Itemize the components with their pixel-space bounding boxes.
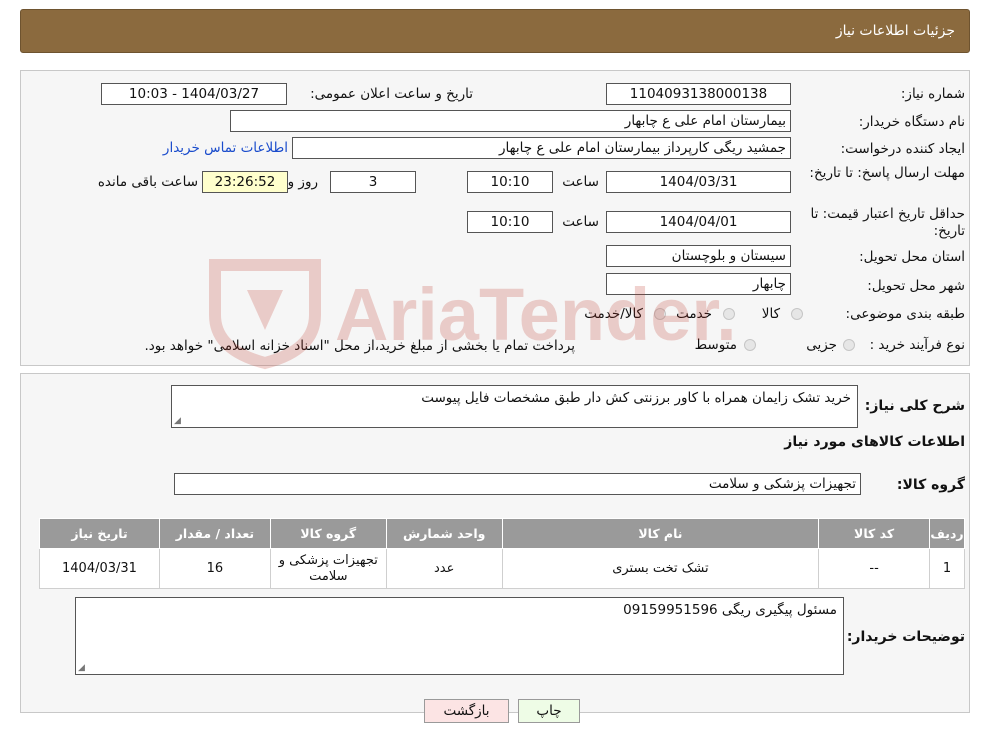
need-number-label: شماره نیاز: [900,86,965,102]
validity-date-field[interactable]: 1404/04/01 [606,211,791,233]
city-label: شهر محل تحویل: [867,278,965,294]
page-title: جزئیات اطلاعات نیاز [835,23,955,39]
cell-date: 1404/03/31 [39,548,160,589]
remaining-time-field: 23:26:52 [202,171,288,193]
days-label: روز و [287,174,318,190]
col-row: ردیف [929,518,965,549]
resize-grip-icon[interactable]: ◢ [174,416,181,426]
process-medium-radio[interactable] [744,339,756,351]
process-minor-radio[interactable] [843,339,855,351]
category-goods-service-label: کالا/خدمت [584,306,643,322]
cell-code: -- [818,548,931,589]
process-label: نوع فرآیند خرید : [869,337,965,353]
col-qty: تعداد / مقدار [158,518,271,549]
description-text: خرید تشک زایمان همراه با کاور برزنتی کش … [421,390,851,406]
requester-field[interactable]: جمشید ریگی کارپرداز بیمارستان امام علی ع… [292,137,791,159]
resize-grip-icon[interactable]: ◢ [78,663,85,673]
page-header: جزئیات اطلاعات نیاز [20,9,970,53]
category-service-radio[interactable] [723,308,735,320]
category-goods-service-radio[interactable] [654,308,666,320]
days-field[interactable]: 3 [330,171,416,193]
deadline-date-field[interactable]: 1404/03/31 [606,171,791,193]
buyer-notes-text: مسئول پیگیری ریگی 09159951596 [623,602,837,618]
remaining-label: ساعت باقی مانده [97,174,198,190]
col-group: گروه کالا [269,518,387,549]
announce-label: تاریخ و ساعت اعلان عمومی: [310,86,473,102]
cell-qty: 16 [158,548,271,589]
col-code: کد کالا [818,518,931,549]
validity-time-field[interactable]: 10:10 [467,211,553,233]
process-medium-label: متوسط [694,337,737,353]
validity-label: حداقل تاریخ اعتبار قیمت: تا تاریخ: [810,206,965,239]
col-date: تاریخ نیاز [39,518,160,549]
description-textarea[interactable]: خرید تشک زایمان همراه با کاور برزنتی کش … [171,385,858,428]
items-table-header: ردیف کد کالا نام کالا واحد شمارش گروه کا… [39,518,965,549]
category-service-label: خدمت [676,306,712,322]
validity-time-label: ساعت [562,214,599,230]
col-name: نام کالا [501,518,820,549]
buyer-org-label: نام دستگاه خریدار: [858,114,965,130]
buyer-org-field[interactable]: بیمارستان امام علی ع چابهار [230,110,791,132]
announce-field[interactable]: 1404/03/27 - 10:03 [101,83,287,105]
need-number-field[interactable]: 1104093138000138 [606,83,791,105]
city-field[interactable]: چابهار [606,273,791,295]
col-unit: واحد شمارش [385,518,503,549]
province-field[interactable]: سیستان و بلوچستان [606,245,791,267]
deadline-time-label: ساعت [562,174,599,190]
goods-info-title: اطلاعات کالاهای مورد نیاز [784,434,965,450]
items-table: ردیف کد کالا نام کالا واحد شمارش گروه کا… [39,518,965,589]
process-note: پرداخت تمام یا بخشی از مبلغ خرید،از محل … [144,338,575,354]
goods-group-label: گروه کالا: [896,477,965,493]
cell-name: تشک تخت بستری [501,548,820,589]
back-button[interactable]: بازگشت [424,699,509,723]
buyer-notes-label: توضیحات خریدار: [846,629,965,645]
category-goods-label: کالا [761,306,780,322]
buyer-notes-textarea[interactable]: مسئول پیگیری ریگی 09159951596 ◢ [75,597,844,675]
process-minor-label: جزیی [806,337,837,353]
deadline-time-field[interactable]: 10:10 [467,171,553,193]
province-label: استان محل تحویل: [859,249,965,265]
cell-unit: عدد [385,548,503,589]
cell-row: 1 [929,548,965,589]
description-label: شرح کلی نیاز: [864,398,965,414]
table-row: 1 -- تشک تخت بستری عدد تجهیزات پزشکی و س… [39,548,965,589]
buyer-contact-link[interactable]: اطلاعات تماس خریدار [163,140,288,156]
print-button[interactable]: چاپ [518,699,580,723]
goods-group-field[interactable]: تجهیزات پزشکی و سلامت [174,473,861,495]
requester-label: ایجاد کننده درخواست: [840,141,965,157]
category-goods-radio[interactable] [791,308,803,320]
cell-group: تجهیزات پزشکی و سلامت [269,548,387,589]
category-label: طبقه بندی موضوعی: [845,306,965,322]
deadline-label: مهلت ارسال پاسخ: تا تاریخ: [809,165,965,181]
